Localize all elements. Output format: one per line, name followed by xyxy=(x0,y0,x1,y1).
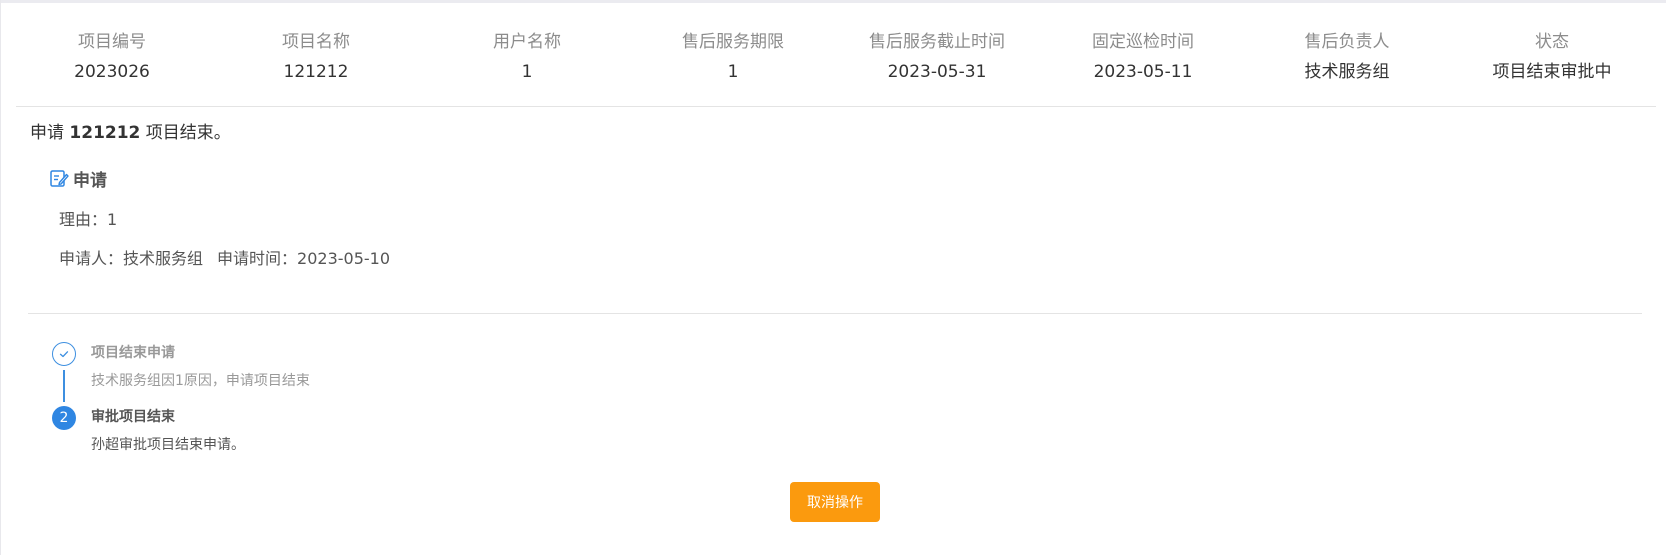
info-label: 状态 xyxy=(1535,32,1569,52)
applicant-line: 申请人：技术服务组 申请时间：2023-05-10 xyxy=(59,247,390,271)
step-title: 项目结束申请 xyxy=(91,345,175,361)
apply-time-label: 申请时间： xyxy=(217,249,298,268)
info-label: 售后服务截止时间 xyxy=(869,32,1005,52)
cancel-button[interactable]: 取消操作 xyxy=(790,482,880,522)
request-summary: 申请 121212 项目结束。 xyxy=(30,121,231,145)
divider xyxy=(28,313,1642,314)
step-number: 2 xyxy=(52,406,76,430)
info-value: 2023026 xyxy=(74,62,150,82)
left-border xyxy=(0,0,1,555)
apply-section-header: 申请 xyxy=(49,165,107,191)
info-col-project-name: 项目名称 121212 xyxy=(216,30,416,84)
info-label: 项目名称 xyxy=(282,32,350,52)
step-item: 项目结束申请 技术服务组因1原因，申请项目结束 xyxy=(52,342,652,406)
info-label: 售后服务期限 xyxy=(682,32,784,52)
reason-value: 1 xyxy=(107,210,118,229)
info-value: 121212 xyxy=(283,62,349,82)
edit-icon xyxy=(49,168,69,188)
summary-prefix: 申请 xyxy=(30,123,70,143)
info-col-project-number: 项目编号 2023026 xyxy=(12,30,212,84)
step-description: 孙超审批项目结束申请。 xyxy=(91,437,245,453)
info-col-service-period: 售后服务期限 1 xyxy=(633,30,833,84)
info-col-status: 状态 项目结束审批中 xyxy=(1452,30,1652,84)
project-info-row: 项目编号 2023026 项目名称 121212 用户名称 1 售后服务期限 1… xyxy=(16,30,1656,100)
apply-time-value: 2023-05-10 xyxy=(297,249,391,268)
reason-line: 理由：1 xyxy=(59,208,117,232)
reason-label: 理由： xyxy=(59,210,108,229)
info-label: 用户名称 xyxy=(493,32,561,52)
info-value: 2023-05-31 xyxy=(887,62,987,82)
step-title: 审批项目结束 xyxy=(91,409,175,425)
apply-title: 申请 xyxy=(73,170,107,191)
applicant-label: 申请人： xyxy=(59,249,124,268)
info-label: 固定巡检时间 xyxy=(1092,32,1194,52)
info-col-inspection-time: 固定巡检时间 2023-05-11 xyxy=(1043,30,1243,84)
summary-project: 121212 xyxy=(69,123,141,143)
summary-suffix: 项目结束。 xyxy=(140,123,231,143)
step-item: 2 审批项目结束 孙超审批项目结束申请。 xyxy=(52,406,652,470)
info-value: 技术服务组 xyxy=(1304,62,1390,82)
check-icon xyxy=(52,342,76,366)
info-col-user-name: 用户名称 1 xyxy=(427,30,627,84)
info-col-service-owner: 售后负责人 技术服务组 xyxy=(1247,30,1447,84)
info-value: 1 xyxy=(727,62,739,82)
divider xyxy=(16,106,1656,107)
step-connector xyxy=(63,370,65,402)
top-border xyxy=(0,0,1666,3)
applicant-value: 技术服务组 xyxy=(123,249,204,268)
info-value: 1 xyxy=(521,62,533,82)
info-label: 售后负责人 xyxy=(1304,32,1390,52)
info-value: 项目结束审批中 xyxy=(1492,62,1612,82)
info-col-service-deadline: 售后服务截止时间 2023-05-31 xyxy=(837,30,1037,84)
info-value: 2023-05-11 xyxy=(1093,62,1193,82)
info-label: 项目编号 xyxy=(78,32,146,52)
step-description: 技术服务组因1原因，申请项目结束 xyxy=(91,373,310,389)
approval-steps: 项目结束申请 技术服务组因1原因，申请项目结束 2 审批项目结束 孙超审批项目结… xyxy=(52,342,652,470)
